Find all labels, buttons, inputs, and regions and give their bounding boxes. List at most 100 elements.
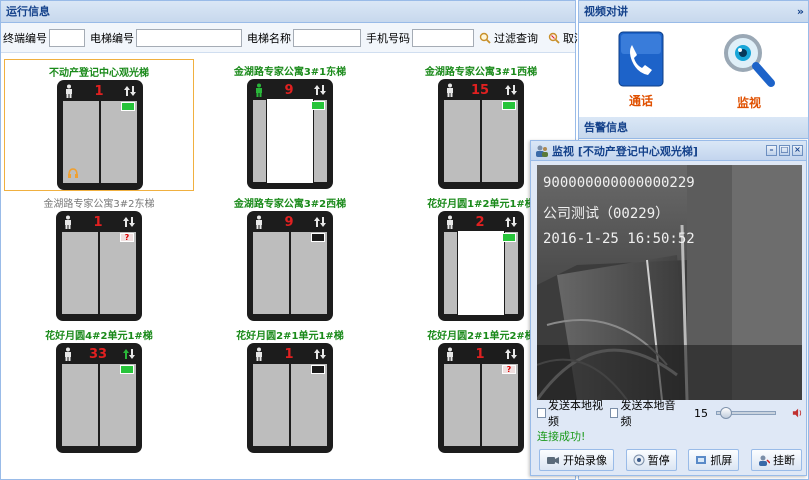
collapse-icon[interactable]: » [797,1,804,22]
monitor-label: 监视 [736,96,761,110]
elevator-card[interactable]: 花好月圆4#2单元1#梯 33 [4,323,194,455]
status-indicator-green [121,102,135,111]
capture-label: 抓屏 [710,454,733,467]
monitor-window-title: 监视 [不动产登记中心观光梯] [552,144,698,158]
door-right [100,100,138,184]
elevator-doors [252,231,328,315]
door-left [61,231,99,315]
start-record-label: 开始录像 [563,454,607,467]
elevator-graphic: 9 [247,79,333,189]
filter-bar: 终端编号 电梯编号 电梯名称 手机号码 过滤查询 取消过滤 [1,23,607,53]
magnifier-cancel-icon [548,32,560,44]
door-right [290,231,328,315]
elevator-doors [61,363,137,447]
connection-status: 连接成功! [537,430,586,443]
volume-slider-thumb[interactable] [719,407,732,419]
capture-button[interactable]: 抓屏 [688,449,740,471]
start-record-button[interactable]: 开始录像 [539,449,614,471]
pause-icon [633,454,645,466]
elevator-graphic: 1 [247,343,333,453]
elevator-graphic: 15 [438,79,524,189]
elevator-doors [443,231,519,315]
elevator-name-input[interactable] [293,28,361,47]
elevator-card[interactable]: 不动产登记中心观光梯 1 [4,59,194,191]
elevator-doors [443,363,519,447]
magnifier-icon [479,32,491,44]
person-icon [65,215,71,229]
phone-input[interactable] [412,28,474,47]
direction-arrows-icon [123,349,135,359]
elevator-card[interactable]: 金湖路专家公寓3#1东梯 9 [195,59,385,191]
close-icon[interactable]: × [792,145,803,156]
door-right [290,363,328,447]
filter-query-button[interactable]: 过滤查询 [479,30,538,46]
status-indicator-unknown: ? [502,365,516,374]
speaker-icon[interactable] [792,407,802,419]
elevator-graphic: 1 [57,80,143,190]
door-left [443,363,481,447]
maximize-icon[interactable]: □ [779,145,790,156]
headset-alarm-icon [68,168,78,178]
alarm-info-header: 告警信息 [579,117,808,139]
elevator-name: 金湖路专家公寓3#1东梯 [233,67,347,78]
elevator-graphic: 2 [438,211,524,321]
floor-number: 1 [94,83,104,99]
elevator-doors [252,363,328,447]
elevator-graphic: 1? [438,343,524,453]
elevator-name: 金湖路专家公寓3#2东梯 [43,199,155,210]
elevator-grid: 不动产登记中心观光梯 1 金湖路专家公寓3#1东梯 9 金湖路专家公寓3#1西梯 15 金湖… [1,55,575,479]
call-button[interactable]: 通话 [611,31,671,109]
call-label: 通话 [628,94,653,108]
video-camera-icon [547,457,559,464]
elevator-name-label: 电梯名称 [247,31,291,45]
elevator-card[interactable]: 金湖路专家公寓3#2西梯 9 [195,191,385,323]
door-left [252,231,290,315]
pause-button[interactable]: 暂停 [625,449,677,471]
elevator-card[interactable]: 金湖路专家公寓3#2东梯 1? [4,191,194,323]
status-indicator-green [502,101,516,110]
floor-number: 15 [470,82,490,98]
direction-arrows-icon [314,349,326,359]
elevator-doors [443,99,519,183]
elevator-card[interactable]: 花好月圆2#1单元1#梯 1 [195,323,385,455]
terminal-no-label: 终端编号 [3,31,47,45]
alarm-info-title: 告警信息 [584,121,628,134]
hangup-icon [758,455,770,466]
hangup-button[interactable]: 挂断 [750,449,802,471]
video-intercom-header: 视频对讲 » [579,1,808,23]
volume-slider[interactable] [716,407,776,419]
elevator-no-label: 电梯编号 [90,31,134,45]
send-video-checkbox[interactable] [537,408,546,418]
osd-company: 公司测试（00229） [543,206,670,222]
door-right [99,363,137,447]
media-controls: 发送本地视频 发送本地音频 15 [537,399,802,428]
elevator-no-input[interactable] [136,28,242,47]
status-indicator-off [311,233,325,242]
door-left [443,99,481,183]
filter-query-label: 过滤查询 [494,31,538,45]
volume-value: 15 [694,406,708,420]
direction-arrows-icon [123,217,135,227]
direction-arrows-icon [505,349,517,359]
elevator-graphic: 33 [56,343,142,453]
panel-title: 运行信息 [1,1,575,23]
status-indicator-green [502,233,516,242]
direction-arrows-icon [124,86,136,96]
person-icon [66,84,72,98]
terminal-no-input[interactable] [49,28,85,47]
elevator-doors [61,231,137,315]
video-intercom-title: 视频对讲 [584,5,628,18]
status-indicator-green [311,101,325,110]
minimize-icon[interactable]: – [766,145,777,156]
floor-number: 33 [88,346,108,362]
direction-arrows-icon [505,85,517,95]
monitor-button[interactable]: 监视 [719,31,779,111]
elevator-name: 花好月圆2#1单元1#梯 [236,331,344,342]
camera-scene [537,165,802,400]
floor-number: 2 [475,214,485,230]
person-icon [65,347,71,361]
send-audio-checkbox[interactable] [609,408,619,418]
person-icon [256,347,262,361]
monitor-window-titlebar[interactable]: 监视 [不动产登记中心观光梯] – □ × [531,141,806,161]
person-icon [447,347,453,361]
